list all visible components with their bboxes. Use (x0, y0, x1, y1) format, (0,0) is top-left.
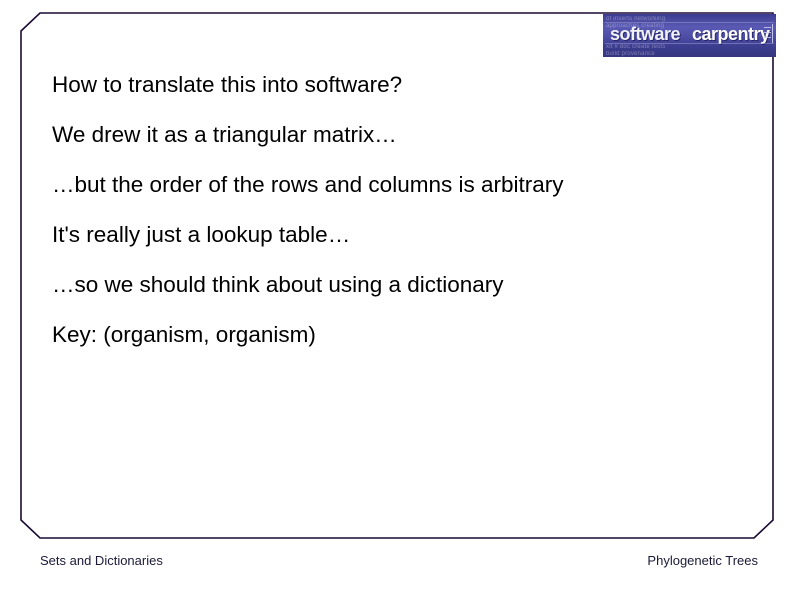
body-line-6: Key: (organism, organism) (52, 322, 316, 347)
logo-word-carpentry: carpentry (692, 23, 770, 44)
logo-tick-3 (764, 37, 771, 38)
body-line-4: It's really just a lookup table… (52, 222, 351, 247)
logo-ghost-text-4: build provenance (606, 51, 655, 57)
body-line-1: How to translate this into software? (52, 72, 403, 97)
body-line-5: …so we should think about using a dictio… (52, 272, 504, 297)
body-line-2: We drew it as a triangular matrix… (52, 122, 397, 147)
logo-word-software: software (610, 23, 681, 44)
slide-body: How to translate this into software? We … (52, 60, 752, 360)
logo-tick-2 (764, 32, 771, 33)
logo-tick-1 (764, 27, 771, 28)
logo-ghost-text-3: xit # doc create tests (606, 44, 666, 50)
footer-right-label: Phylogenetic Trees (647, 553, 758, 568)
body-line-3: …but the order of the rows and columns i… (52, 172, 564, 197)
logo-wordmark: software carpentry (603, 23, 776, 44)
slide: of inserts networking approaches creatin… (0, 0, 794, 595)
software-carpentry-logo: of inserts networking approaches creatin… (603, 14, 776, 57)
logo-edge-marker (772, 24, 773, 43)
footer-left-label: Sets and Dictionaries (40, 553, 163, 568)
